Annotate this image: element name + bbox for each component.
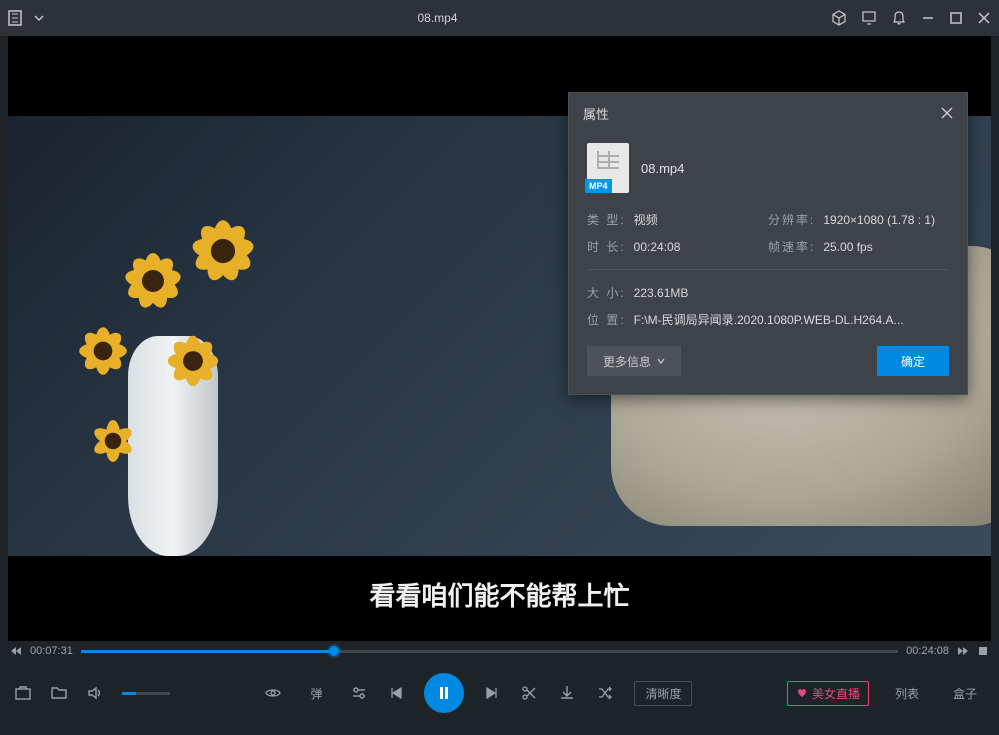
volume-slider[interactable] <box>122 692 170 695</box>
value-location: F:\M-民调局异闻录.2020.1080P.WEB-DL.H264.A... <box>634 311 949 328</box>
label-duration: 时 长: <box>587 240 626 254</box>
more-info-label: 更多信息 <box>603 353 651 370</box>
list-button[interactable]: 列表 <box>887 681 927 706</box>
folder-icon[interactable] <box>50 684 68 702</box>
pause-icon <box>436 685 452 701</box>
dialog-close-icon[interactable] <box>941 107 953 119</box>
dialog-title: 属性 <box>583 104 609 123</box>
quality-button[interactable]: 清晰度 <box>634 681 692 706</box>
window-title: 08.mp4 <box>44 11 831 25</box>
monitor-icon[interactable] <box>861 10 877 26</box>
label-size: 大 小: <box>587 286 626 300</box>
label-type: 类 型: <box>587 213 626 227</box>
next-track-icon[interactable] <box>484 685 500 701</box>
more-info-button[interactable]: 更多信息 <box>587 346 681 376</box>
close-icon[interactable] <box>977 11 991 25</box>
progress-track[interactable] <box>81 650 898 653</box>
label-location: 位 置: <box>587 311 626 328</box>
download-icon[interactable] <box>558 684 576 702</box>
value-size: 223.61MB <box>634 286 689 300</box>
progress-bar: 00:07:31 00:24:08 <box>0 641 999 661</box>
minimize-icon[interactable] <box>921 11 935 25</box>
control-bar: 弹 清晰度 美女直播 列表 盒子 <box>0 661 999 725</box>
properties-dialog: 属性 MP4 08.mp4 类 型: 视频 分辨率: 1920×1080 (1.78… <box>568 92 968 395</box>
shuffle-icon[interactable] <box>596 684 614 702</box>
cube-icon[interactable] <box>831 10 847 26</box>
value-framerate: 25.00 fps <box>823 240 872 254</box>
file-badge: MP4 <box>585 179 612 193</box>
total-time: 00:24:08 <box>906 645 949 657</box>
chevron-down-icon[interactable] <box>34 13 44 23</box>
open-file-icon[interactable] <box>14 684 32 702</box>
stop-icon[interactable] <box>977 645 989 657</box>
bell-icon[interactable] <box>891 10 907 26</box>
box-button[interactable]: 盒子 <box>945 681 985 706</box>
label-framerate: 帧速率: <box>768 240 815 254</box>
ok-button[interactable]: 确定 <box>877 346 949 376</box>
pause-button[interactable] <box>424 673 464 713</box>
live-label: 美女直播 <box>812 685 860 702</box>
value-resolution: 1920×1080 (1.78 : 1) <box>823 213 935 227</box>
value-type: 视频 <box>634 213 658 227</box>
file-type-icon: MP4 <box>587 143 629 193</box>
chevron-down-icon <box>657 357 665 365</box>
menu-icon[interactable] <box>8 9 26 27</box>
danmu-button[interactable]: 弹 <box>302 681 330 706</box>
forward-icon[interactable] <box>957 645 969 657</box>
titlebar: 08.mp4 <box>0 0 999 36</box>
current-time: 00:07:31 <box>30 645 73 657</box>
video-subtitle: 看看咱们能不能帮上忙 <box>8 576 991 613</box>
rewind-icon[interactable] <box>10 645 22 657</box>
settings-icon[interactable] <box>350 684 368 702</box>
volume-icon[interactable] <box>86 684 104 702</box>
value-duration: 00:24:08 <box>634 240 681 254</box>
maximize-icon[interactable] <box>949 11 963 25</box>
heart-icon <box>796 687 808 699</box>
eye-icon[interactable] <box>264 684 282 702</box>
scissors-icon[interactable] <box>520 684 538 702</box>
prev-track-icon[interactable] <box>388 685 404 701</box>
label-resolution: 分辨率: <box>768 213 815 227</box>
dialog-filename: 08.mp4 <box>641 161 684 176</box>
live-button[interactable]: 美女直播 <box>787 681 869 706</box>
